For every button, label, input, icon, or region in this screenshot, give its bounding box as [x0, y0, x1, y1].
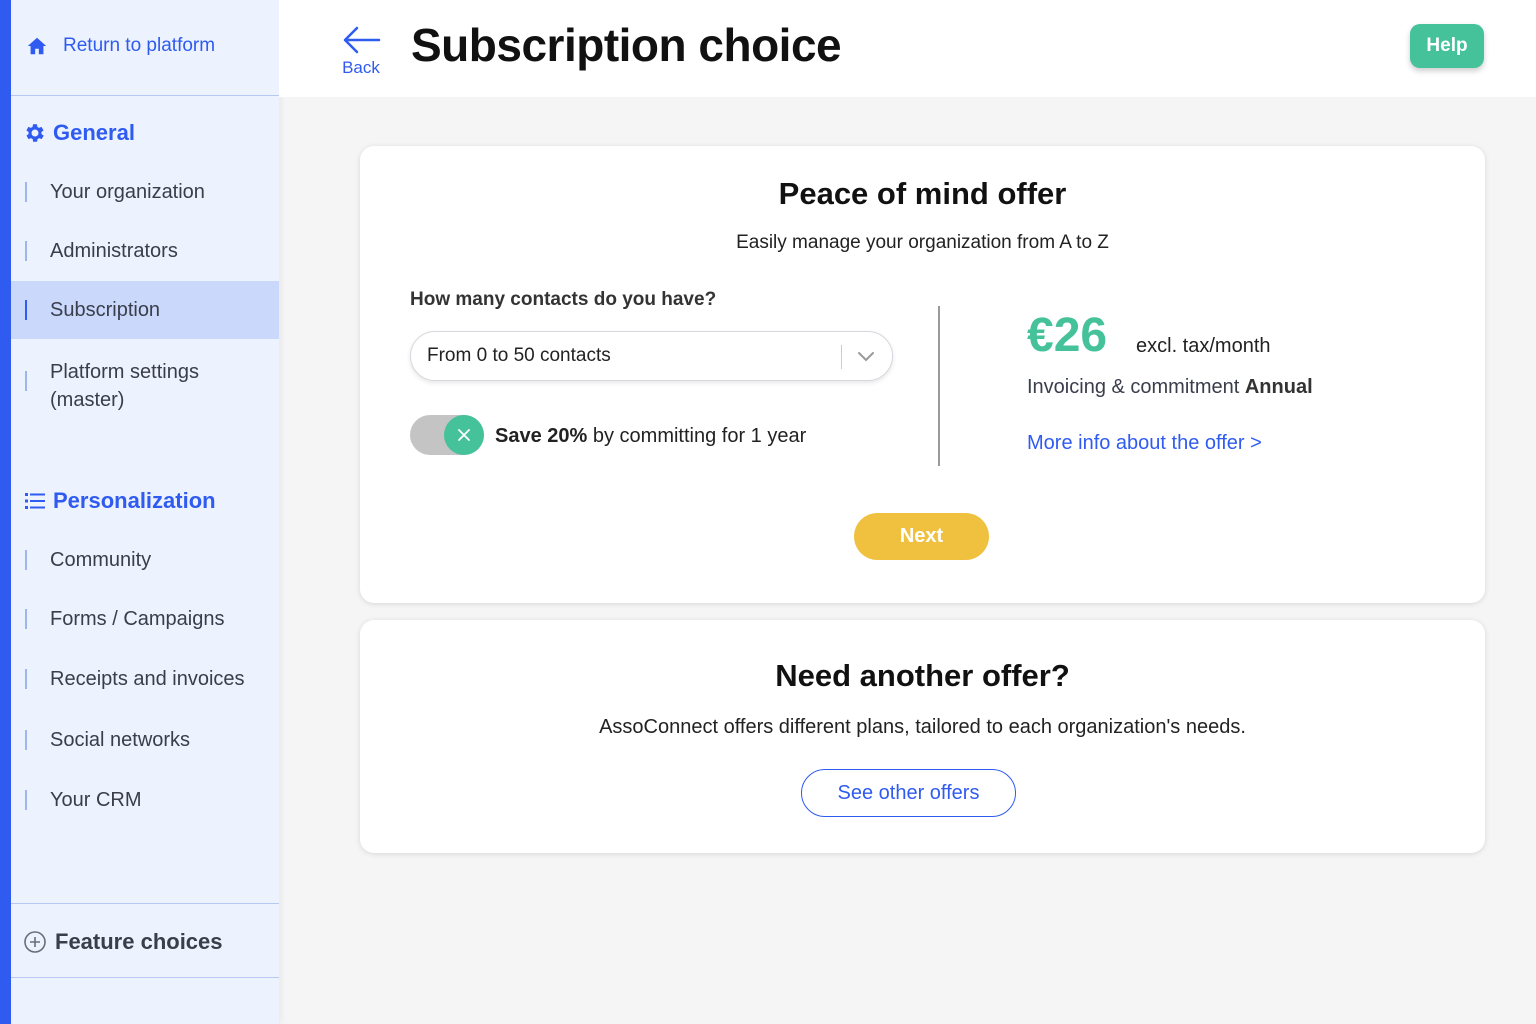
offer-subtitle: Easily manage your organization from A t…	[736, 232, 1109, 253]
commit-label: Save 20% by committing for 1 year	[495, 425, 806, 448]
arrow-left-icon	[343, 26, 381, 54]
billing-prefix: Invoicing & commitment	[1027, 376, 1245, 398]
commit-toggle[interactable]	[410, 415, 484, 455]
sidebar-item-platform-settings[interactable]: Platform settings (master)	[11, 357, 241, 415]
sidebar-item-administrators[interactable]: Administrators	[11, 231, 279, 271]
feature-choices-label: Feature choices	[55, 929, 223, 954]
select-divider	[841, 345, 842, 369]
billing-info: Invoicing & commitment Annual	[1027, 376, 1313, 399]
contacts-selected-value: From 0 to 50 contacts	[427, 345, 611, 366]
sidebar-item-label: Your CRM	[50, 788, 142, 811]
sidebar-item-your-crm[interactable]: Your CRM	[11, 780, 279, 820]
sidebar-item-label: Forms / Campaigns	[50, 607, 225, 630]
page-title: Subscription choice	[411, 19, 842, 71]
gear-icon	[26, 124, 44, 142]
sidebar-item-receipts-invoices[interactable]: Receipts and invoices	[11, 659, 279, 699]
contacts-select[interactable]: From 0 to 50 contacts	[410, 331, 893, 381]
sidebar: Return to platform General Your organiza…	[0, 0, 279, 1024]
sidebar-item-forms-campaigns[interactable]: Forms / Campaigns	[11, 599, 279, 639]
home-icon	[27, 37, 47, 55]
other-offers-subtitle: AssoConnect offers different plans, tail…	[599, 716, 1246, 738]
commit-label-rest: by committing for 1 year	[587, 425, 807, 447]
chevron-down-icon	[858, 352, 874, 362]
sidebar-item-subscription[interactable]: Subscription	[11, 281, 279, 339]
return-to-platform-label: Return to platform	[63, 35, 216, 56]
sidebar-item-your-organization[interactable]: Your organization	[11, 172, 279, 212]
feature-choices-button[interactable]: Feature choices	[23, 925, 223, 959]
back-label: Back	[342, 58, 380, 77]
offer-card: Peace of mind offer Easily manage your o…	[360, 146, 1485, 603]
section-personalization[interactable]: Personalization	[23, 484, 216, 518]
help-button[interactable]: Help	[1410, 24, 1484, 68]
offer-title: Peace of mind offer	[778, 176, 1067, 211]
more-info-link[interactable]: More info about the offer >	[1027, 432, 1262, 455]
sidebar-item-label: Platform settings (master)	[50, 361, 199, 411]
price-unit: excl. tax/month	[1136, 335, 1271, 357]
other-offers-card: Need another offer? AssoConnect offers d…	[360, 620, 1485, 853]
section-general-title: General	[53, 120, 135, 145]
sidebar-item-label: Community	[50, 548, 152, 571]
sidebar-divider	[11, 95, 279, 96]
price-value: €26	[1027, 309, 1108, 362]
section-general[interactable]: General	[23, 116, 135, 150]
billing-value: Annual	[1244, 376, 1313, 398]
toggle-knob	[444, 415, 484, 455]
return-to-platform-link[interactable]: Return to platform	[26, 30, 215, 62]
back-button[interactable]: Back	[341, 24, 381, 80]
sidebar-item-label: Your organization	[50, 180, 205, 203]
other-offers-title: Need another offer?	[775, 658, 1070, 693]
sidebar-item-community[interactable]: Community	[11, 540, 279, 580]
sidebar-item-social-networks[interactable]: Social networks	[11, 720, 279, 760]
sidebar-item-label: Social networks	[50, 728, 191, 751]
page-header: Back Subscription choice Help	[279, 0, 1536, 97]
sidebar-item-label: Administrators	[50, 239, 178, 262]
sidebar-item-label: Subscription	[50, 298, 161, 321]
vertical-divider	[938, 306, 940, 466]
sidebar-divider	[11, 903, 279, 904]
close-icon	[458, 429, 470, 441]
see-other-offers-button[interactable]: See other offers	[801, 769, 1016, 817]
list-icon	[25, 493, 45, 509]
next-button[interactable]: Next	[854, 513, 989, 560]
commit-label-bold: Save 20%	[495, 425, 588, 447]
sidebar-divider	[11, 977, 279, 978]
section-personalization-title: Personalization	[53, 488, 216, 513]
plus-circle-icon	[24, 931, 46, 953]
contacts-question: How many contacts do you have?	[410, 289, 717, 310]
sidebar-item-label: Receipts and invoices	[50, 667, 245, 690]
